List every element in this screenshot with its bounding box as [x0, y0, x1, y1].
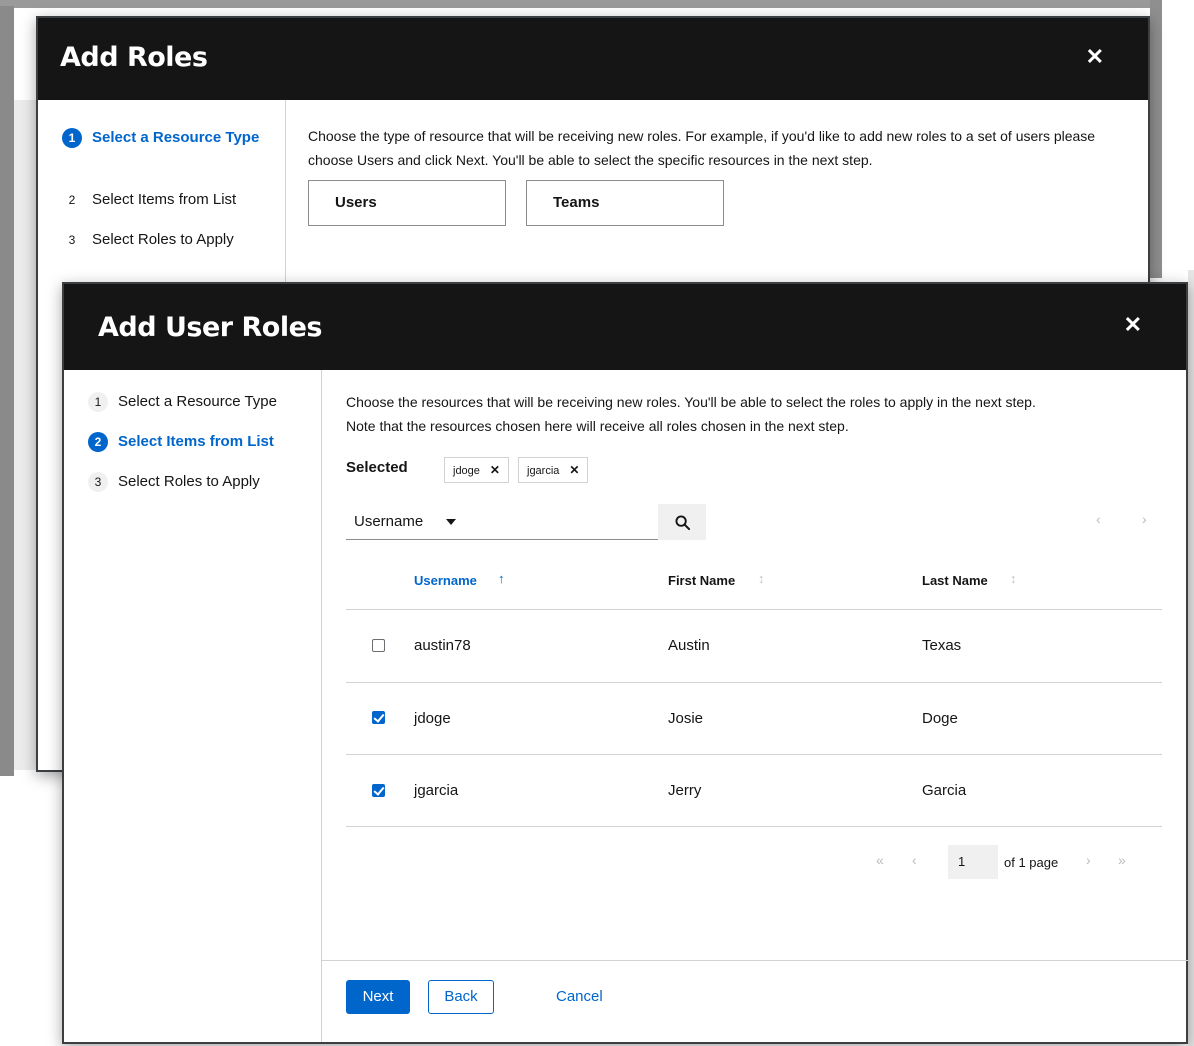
column-header-label: Last Name [922, 573, 988, 588]
table-divider [346, 682, 1162, 683]
cell-first-name: Austin [668, 637, 710, 654]
selected-chip-jdoge: jdoge ✕ [444, 457, 509, 483]
cell-username: jgarcia [414, 782, 459, 799]
search-input-wrapper [474, 504, 658, 540]
wizard-step-select-items[interactable]: 2 Select Items from List [88, 430, 274, 454]
selected-label: Selected [346, 459, 408, 476]
wizard-step-select-roles[interactable]: 3 Select Roles to Apply [62, 228, 234, 252]
step-label: Select Roles to Apply [118, 473, 260, 490]
next-button[interactable]: Next [346, 980, 410, 1014]
close-icon[interactable]: ✕ [1086, 46, 1104, 68]
column-header-label: Username [414, 573, 477, 588]
modal-header: Add Roles ✕ [38, 18, 1148, 100]
wizard-nav: 1 Select a Resource Type 2 Select Items … [64, 370, 322, 1042]
chip-label: jgarcia [527, 465, 560, 477]
modal-header: Add User Roles ✕ [64, 284, 1186, 370]
backdrop-page-fragment [14, 100, 38, 770]
step-label: Select a Resource Type [92, 129, 260, 146]
table-divider [346, 609, 1162, 610]
prev-page-icon[interactable]: ‹ [912, 852, 917, 868]
column-header-last-name[interactable]: Last Name [922, 573, 988, 588]
row-checkbox[interactable] [372, 639, 385, 652]
step-number: 1 [88, 392, 108, 412]
sort-ascending-icon[interactable]: ↑ [498, 571, 505, 586]
selected-chip-jgarcia: jgarcia ✕ [518, 457, 589, 483]
modal-body: Choose the resources that will be receiv… [322, 370, 1188, 1042]
modal-title: Add User Roles [98, 312, 322, 343]
footer-divider [322, 960, 1188, 961]
step-number: 1 [62, 128, 82, 148]
chip-remove-icon[interactable]: ✕ [490, 463, 500, 477]
search-icon [674, 514, 690, 530]
prev-page-icon[interactable]: ‹ [1096, 511, 1101, 527]
cell-last-name: Garcia [922, 782, 967, 799]
backdrop-top [0, 0, 1160, 8]
cell-first-name: Jerry [668, 782, 702, 799]
step-number: 3 [68, 233, 76, 247]
modal-title: Add Roles [60, 42, 208, 73]
sort-icon[interactable]: ↕ [758, 571, 765, 586]
backdrop-right-edge [1188, 270, 1194, 1046]
next-page-icon[interactable]: › [1086, 852, 1091, 868]
resource-type-description: Choose the type of resource that will be… [308, 128, 1096, 168]
search-button[interactable] [658, 504, 706, 540]
step-number: 2 [68, 193, 76, 207]
wizard-step-select-resource-type[interactable]: 1 Select a Resource Type [62, 126, 262, 150]
backdrop-left [0, 6, 14, 776]
column-header-username[interactable]: Username [414, 573, 477, 588]
cell-first-name: Josie [668, 710, 704, 727]
cell-username: austin78 [414, 637, 471, 654]
caret-down-icon [446, 519, 456, 525]
back-button[interactable]: Back [428, 980, 494, 1014]
table-divider [346, 754, 1162, 755]
chip-remove-icon[interactable]: ✕ [569, 463, 579, 477]
cancel-button[interactable]: Cancel [556, 980, 603, 1014]
row-checkbox[interactable] [372, 711, 385, 724]
teams-resource-button[interactable]: Teams [526, 180, 724, 226]
table-divider [346, 826, 1162, 827]
step-label: Select a Resource Type [118, 393, 277, 410]
chip-label: jdoge [453, 465, 480, 477]
wizard-step-select-items[interactable]: 2 Select Items from List [62, 188, 237, 212]
wizard-step-select-resource-type[interactable]: 1 Select a Resource Type [88, 390, 277, 414]
first-page-icon[interactable]: « [876, 852, 884, 868]
page-number-input[interactable]: 1 [948, 845, 998, 879]
last-page-icon[interactable]: » [1118, 852, 1126, 868]
users-resource-button[interactable]: Users [308, 180, 506, 226]
add-user-roles-modal: Add User Roles ✕ 1 Select a Resource Typ… [62, 282, 1188, 1044]
close-icon[interactable]: ✕ [1124, 314, 1142, 336]
cell-last-name: Doge [922, 710, 958, 727]
step-label: Select Items from List [92, 191, 237, 208]
search-input[interactable] [474, 504, 658, 539]
description-line-2: Note that the resources chosen here will… [346, 418, 849, 434]
row-checkbox[interactable] [372, 784, 385, 797]
filter-field-value: Username [354, 513, 424, 530]
step-number: 3 [88, 472, 108, 492]
wizard-step-select-roles[interactable]: 3 Select Roles to Apply [88, 470, 260, 494]
cell-username: jdoge [414, 710, 451, 727]
stage: Add Roles ✕ 1 Select a Resource Type 2 S… [0, 0, 1194, 1046]
page-count-label: of 1 page [1004, 855, 1059, 870]
step-label: Select Items from List [118, 433, 274, 450]
next-page-icon[interactable]: › [1142, 511, 1147, 527]
backdrop-right [1150, 0, 1162, 278]
sort-icon[interactable]: ↕ [1010, 571, 1017, 586]
cell-last-name: Texas [922, 637, 962, 654]
step-number: 2 [88, 432, 108, 452]
filter-field-select[interactable]: Username [346, 504, 474, 540]
description-line-1: Choose the resources that will be receiv… [346, 394, 1036, 410]
step-label: Select Roles to Apply [92, 231, 234, 248]
column-header-label: First Name [668, 573, 736, 588]
column-header-first-name[interactable]: First Name [668, 573, 735, 588]
